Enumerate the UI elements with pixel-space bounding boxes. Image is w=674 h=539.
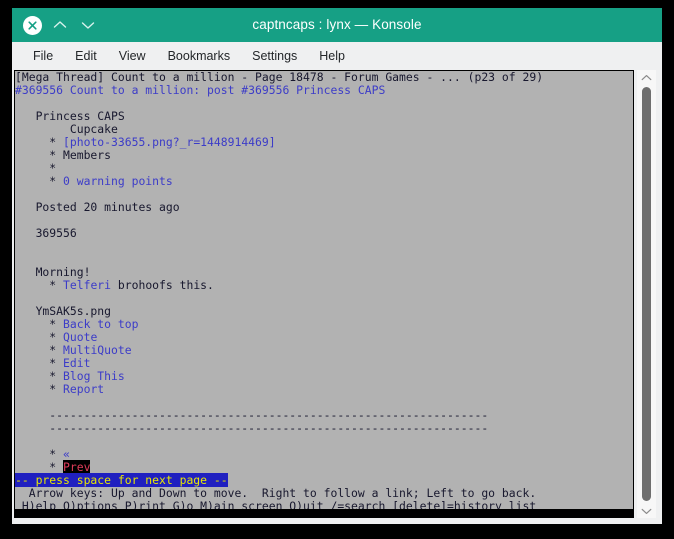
menubar: File Edit View Bookmarks Settings Help: [12, 42, 662, 70]
active-link[interactable]: Prev: [63, 460, 91, 474]
text-span: Arrow keys: Up and Down to move. Right t…: [15, 486, 537, 500]
scrollbar-track[interactable]: [637, 85, 656, 503]
menu-item-view[interactable]: View: [110, 46, 155, 66]
konsole-window: captncaps : lynx — Konsole File Edit Vie…: [12, 8, 662, 524]
terminal-bottom-strip: [15, 509, 633, 517]
link[interactable]: Report: [63, 382, 104, 396]
link[interactable]: [photo-33655.png?_r=1448914469]: [63, 135, 276, 149]
text-span: *: [15, 317, 64, 331]
terminal-frame: [Mega Thread] Count to a million - Page …: [14, 70, 634, 518]
text-span: Posted 20 minutes ago: [15, 200, 180, 214]
menu-item-settings[interactable]: Settings: [243, 46, 306, 66]
status-text: -- press space for next page --: [15, 473, 228, 487]
text-span: YmSAK5s.png: [15, 304, 112, 318]
text-span: brohoofs this.: [111, 278, 214, 292]
scroll-down-button[interactable]: [637, 503, 656, 518]
link[interactable]: Quote: [63, 330, 97, 344]
text-span: *: [15, 447, 64, 461]
link[interactable]: Edit: [63, 356, 90, 370]
text-span: *: [15, 460, 64, 474]
terminal-line: * Blog This: [15, 370, 633, 383]
chevron-down-icon: [641, 507, 652, 515]
text-span: *: [15, 382, 64, 396]
terminal-line: * Telferi brohoofs this.: [15, 279, 633, 292]
terminal-line: * Members: [15, 149, 633, 162]
link[interactable]: MultiQuote: [63, 343, 132, 357]
text-span: * Members: [15, 148, 112, 162]
terminal-line: * Report: [15, 383, 633, 396]
window-titlebar: captncaps : lynx — Konsole: [12, 8, 662, 42]
text-span: *: [15, 278, 64, 292]
scroll-up-button[interactable]: [637, 70, 656, 85]
terminal-line: #369556 Count to a million: post #369556…: [15, 84, 633, 97]
text-span: *: [15, 369, 64, 383]
link[interactable]: #369556 Count to a million: post #369556…: [15, 83, 385, 97]
text-span: *: [15, 330, 64, 344]
text-span: 369556: [15, 226, 77, 240]
text-span: Morning!: [15, 265, 91, 279]
menu-item-edit[interactable]: Edit: [66, 46, 106, 66]
text-span: Princess CAPS: [15, 109, 125, 123]
text-span: *: [15, 343, 64, 357]
link[interactable]: 0 warning points: [63, 174, 173, 188]
terminal-line: * 0 warning points: [15, 175, 633, 188]
scrollbar-thumb[interactable]: [642, 87, 651, 501]
text-span: Cupcake: [15, 122, 118, 136]
terminal-line: Posted 20 minutes ago: [15, 201, 633, 214]
chevron-up-icon: [641, 74, 652, 82]
link[interactable]: Telferi: [63, 278, 111, 292]
text-span: ----------------------------------------…: [15, 421, 489, 435]
terminal-line: * Back to top: [15, 318, 633, 331]
terminal-line: * «: [15, 448, 633, 461]
window-title: captncaps : lynx — Konsole: [252, 17, 422, 32]
menu-item-bookmarks[interactable]: Bookmarks: [159, 46, 240, 66]
text-span: *: [15, 135, 64, 149]
terminal-line: 369556: [15, 227, 633, 240]
link[interactable]: «: [63, 447, 70, 461]
lynx-screen[interactable]: [Mega Thread] Count to a million - Page …: [15, 71, 633, 517]
text-span: *: [15, 161, 57, 175]
terminal-line: ----------------------------------------…: [15, 422, 633, 435]
text-span: ----------------------------------------…: [15, 408, 489, 422]
terminal-scrollbar[interactable]: [637, 70, 656, 518]
text-span: *: [15, 174, 64, 188]
terminal-line: * MultiQuote: [15, 344, 633, 357]
menu-item-help[interactable]: Help: [310, 46, 354, 66]
terminal-area: [Mega Thread] Count to a million - Page …: [12, 70, 662, 524]
menu-item-file[interactable]: File: [24, 46, 62, 66]
text-span: *: [15, 356, 64, 370]
link[interactable]: Back to top: [63, 317, 138, 331]
link[interactable]: Blog This: [63, 369, 125, 383]
